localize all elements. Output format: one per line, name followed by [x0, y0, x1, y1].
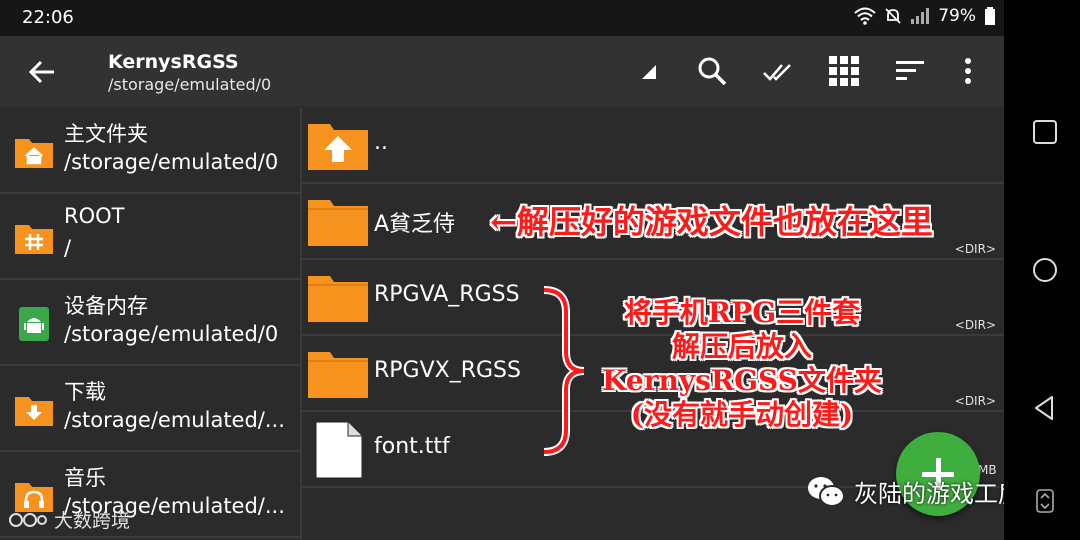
status-time: 22:06 [22, 7, 74, 28]
file-name: .. [374, 130, 388, 155]
sidebar-item-path: / [64, 236, 72, 260]
sidebar-item-label: 主文件夹 [64, 122, 148, 146]
sidebar-item-device-storage[interactable]: 设备内存 /storage/emulated/0 [0, 280, 300, 366]
sidebar-item-downloads[interactable]: 下载 /storage/emulated/... [0, 366, 300, 452]
watermark-left-text: 大数跨境 [54, 510, 131, 532]
double-check-icon [763, 64, 791, 81]
folder-up-icon [308, 124, 368, 170]
search-icon [698, 57, 727, 86]
more-options-button[interactable] [948, 43, 988, 99]
folder-icon [308, 352, 368, 398]
sort-button[interactable] [882, 43, 938, 99]
dropdown-triangle-icon [642, 65, 656, 79]
annotation-line: KernysRGSS文件夹 [602, 364, 882, 397]
sidebar-item-label: 设备内存 [64, 294, 148, 318]
wechat-icon [808, 476, 845, 507]
sidebar-item-label: ROOT [64, 204, 125, 228]
signal-icon [911, 8, 930, 24]
annotation-line: 解压后放入 [671, 330, 812, 363]
wifi-icon [854, 7, 876, 25]
file-meta: <DIR> [954, 394, 996, 408]
grid-view-button[interactable] [816, 43, 872, 99]
file-name: RPGVX_RGSS [374, 358, 521, 383]
sidebar-item-label: 音乐 [64, 466, 106, 490]
nav-toggle-icon[interactable] [1035, 488, 1055, 514]
file-meta: <DIR> [954, 318, 996, 332]
status-bar: 22:06 79% [0, 0, 1004, 36]
search-button[interactable] [684, 43, 740, 99]
sidebar-item-path: /storage/emulated/0 [64, 322, 279, 346]
sidebar-item-label: 下载 [64, 380, 106, 404]
grid-icon [829, 56, 859, 86]
file-meta: <DIR> [954, 242, 996, 256]
toolbar [634, 36, 998, 106]
storage-dropdown[interactable] [634, 43, 662, 99]
sidebar-item-path: /storage/emulated/... [64, 408, 285, 432]
recents-icon[interactable] [1030, 117, 1060, 147]
annotation-line: (没有就手动创建) [630, 398, 854, 431]
home-nav-icon[interactable] [1030, 255, 1060, 285]
sidebar: 主文件夹 /storage/emulated/0 ROOT / 设备内存 /st… [0, 108, 300, 540]
hash-icon [15, 225, 53, 254]
watermark-right-text: 灰陆的游戏工房 [854, 480, 1022, 508]
file-icon [315, 421, 363, 479]
app-bar: KernysRGSS /storage/emulated/0 [0, 36, 1004, 106]
sidebar-item-path: /storage/emulated/0 [64, 150, 279, 174]
app-title: KernysRGSS [108, 51, 239, 73]
folder-icon [308, 200, 368, 246]
brace-icon [543, 286, 585, 456]
status-icons: 79% [854, 6, 996, 26]
select-all-button[interactable] [750, 43, 806, 99]
home-icon [15, 139, 53, 168]
android-icon [19, 307, 49, 341]
back-nav-icon[interactable] [1030, 393, 1060, 423]
current-path: /storage/emulated/0 [108, 75, 272, 94]
battery-icon [985, 7, 995, 25]
annotation-line: 将手机RPG三件套 [623, 296, 861, 329]
file-name: font.ttf [374, 434, 450, 459]
sidebar-item-root[interactable]: ROOT / [0, 194, 300, 280]
file-row-parent[interactable]: .. [302, 108, 1004, 184]
watermark-left: 大数跨境 [8, 506, 130, 533]
battery-percent: 79% [938, 6, 976, 26]
sidebar-item-home[interactable]: 主文件夹 /storage/emulated/0 [0, 108, 300, 194]
file-manager-screen: 22:06 79% KernysRGSS /storage/emulated/0 [0, 0, 1004, 540]
watermark-logo-icon [9, 512, 47, 527]
system-nav-bar [1004, 0, 1080, 540]
watermark-right: 灰陆的游戏工房 [806, 474, 1022, 509]
annotation-brace-note: 将手机RPG三件套 解压后放入 KernysRGSS文件夹 (没有就手动创建) [592, 296, 892, 432]
file-name: RPGVA_RGSS [374, 282, 520, 307]
file-name: A貧乏侍 [374, 212, 456, 237]
annotation-arrow-note: ←解压好的游戏文件也放在这里 [490, 203, 933, 241]
download-icon [15, 397, 53, 426]
mute-icon [885, 8, 901, 24]
more-vert-icon [965, 58, 971, 84]
folder-icon [308, 276, 368, 322]
sort-icon [896, 61, 924, 80]
back-arrow-icon[interactable] [26, 56, 58, 88]
